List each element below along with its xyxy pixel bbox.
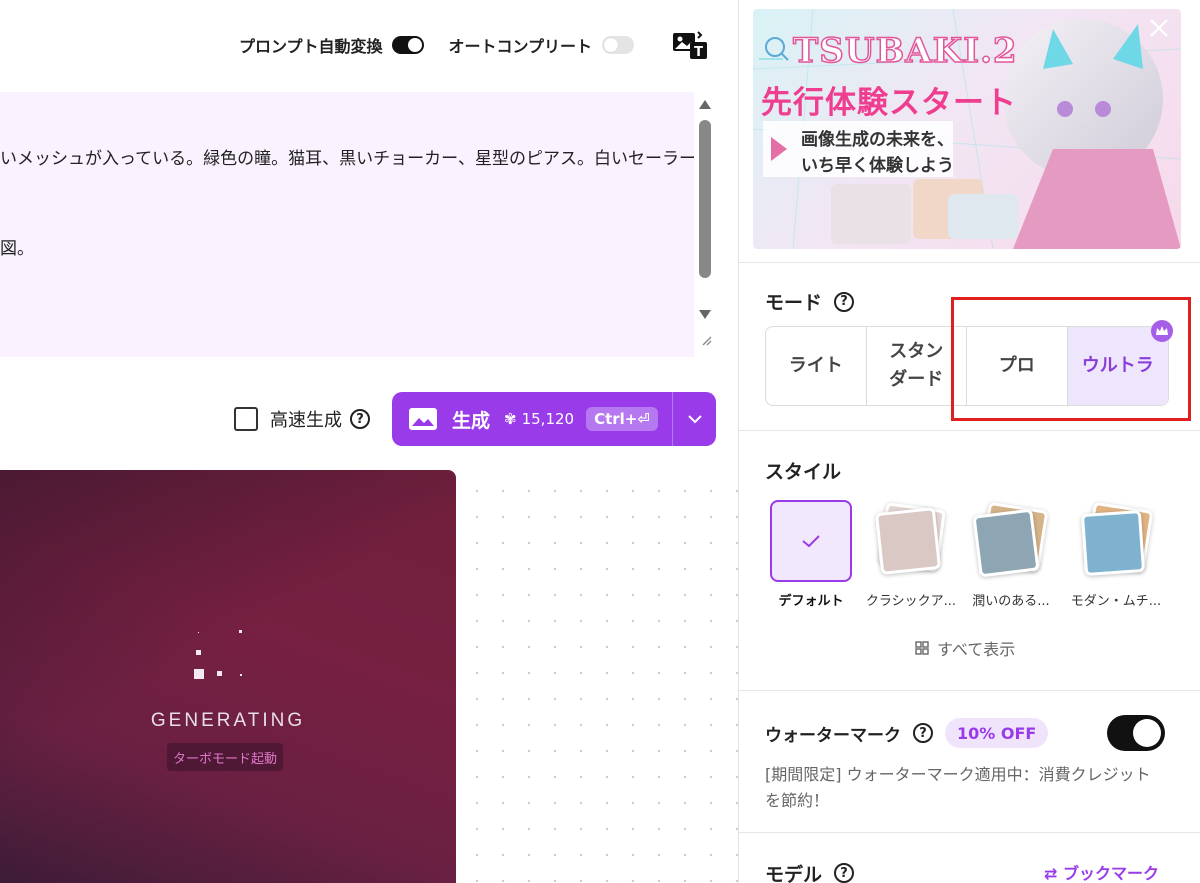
divider [739,262,1200,263]
pixel-dot [194,669,204,679]
chevron-down-icon [687,415,702,424]
banner-subtitle: 先行体験スタート [761,85,1017,121]
editor-pane: プロンプト自動変換 オートコンプリート T いメッシュが入っている。緑色の瞳。猫… [0,0,738,883]
mode-option-label-line: スタン [889,341,944,362]
fast-generate-label: 高速生成 [270,410,342,431]
settings-panel: TSUBAKI.2 先行体験スタート 画像生成の未来を、 いち早く体験しよう モ… [738,0,1200,883]
thumb-card [972,508,1040,578]
watermark-toggle[interactable] [1107,715,1165,751]
style-item-moist[interactable]: 潤いのある... [961,500,1061,609]
close-icon[interactable] [1145,14,1173,42]
pixel-dot [239,630,242,633]
style-list: デフォルト クラシックア... 潤いのある... モダン・ムチ... [761,500,1181,610]
style-thumb [1075,500,1157,582]
banner-title: TSUBAKI.2 [792,30,1018,72]
watermark-row: ウォーターマーク ? 10% OFF [765,712,1169,754]
style-thumb [970,500,1052,582]
style-title: スタイル [765,457,841,484]
autocomplete-toggle[interactable] [602,36,634,54]
grid-icon [915,641,929,655]
check-icon [802,535,820,548]
shortcut-badge: Ctrl+⏎ [586,407,658,431]
prompt-line-1: いメッシュが入っている。緑色の瞳。猫耳、黒いチョーカー、星型のピアス。白いセーラ… [0,149,694,169]
image-to-text-icon[interactable]: T [672,30,708,60]
watermark-label: ウォーターマーク [765,725,901,746]
watermark-note: [期間限定] ウォーターマーク適用中：消費クレジットを節約！ [765,765,1151,810]
thumb-card [1080,509,1146,577]
svg-text:T: T [694,45,703,60]
image-icon [409,408,437,430]
thumb-card [874,507,942,575]
credit-count: 15,120 [521,410,575,428]
divider [739,430,1200,431]
show-all-label: すべて表示 [937,640,1016,659]
credit-icon: ✾ [504,410,517,428]
generate-options-button[interactable] [672,392,716,446]
model-row: モデル ? ⇄ ブックマーク [765,858,1169,883]
top-toolbar: プロンプト自動変換 オートコンプリート T [239,28,708,62]
canvas-background [456,470,738,883]
model-help-icon[interactable]: ? [834,863,855,883]
scroll-up-icon[interactable] [699,100,711,109]
show-all-styles-link[interactable]: すべて表示 [915,636,1015,660]
prompt-textarea[interactable]: いメッシュが入っている。緑色の瞳。猫耳、黒いチョーカー、星型のピアス。白いセーラ… [0,92,694,357]
resize-grip-icon[interactable] [700,334,712,346]
pixel-dot [196,650,201,655]
model-label: モデル [765,863,823,883]
discount-badge: 10% OFF [945,718,1049,748]
pixel-dot [217,671,222,676]
mode-help-icon[interactable]: ? [834,291,855,312]
scroll-thumb[interactable] [699,120,711,278]
generating-status: GENERATING [150,710,306,731]
style-item-label: デフォルト [778,594,844,609]
pixel-dot [240,674,242,676]
mode-title: モード ? [765,288,855,315]
style-item-modern[interactable]: モダン・ムチ... [1066,500,1166,609]
divider [739,690,1200,691]
prompt-convert-label: プロンプト自動変換 [238,37,383,56]
style-thumb [870,500,952,582]
fast-generate-checkbox[interactable] [234,407,258,431]
mode-option-label: ライト [788,355,843,376]
generate-label: 生成 [452,409,491,432]
style-item-label: クラシックア... [865,594,957,609]
mode-option-label: スタン ダード [889,338,943,394]
mode-option-label-line: ダード [889,369,944,390]
generate-button[interactable]: 生成 ✾ 15,120 Ctrl+⏎ [392,392,672,446]
scroll-down-icon[interactable] [699,310,711,319]
style-item-classic[interactable]: クラシックア... [861,500,961,609]
style-item-default[interactable]: デフォルト [761,500,861,609]
banner-tagline-1: 画像生成の未来を、 [801,130,954,150]
generate-row: 高速生成 ? 生成 ✾ 15,120 Ctrl+⏎ [234,392,716,446]
style-thumb [770,500,852,582]
divider [739,832,1200,833]
banner-tagline-2: いち早く体験しよう [801,156,954,176]
prompt-scrollbar[interactable] [694,92,716,357]
bookmark-link[interactable]: ⇄ ブックマーク [1044,860,1159,883]
bookmark-label: ブックマーク [1062,864,1159,883]
style-label: スタイル [765,461,842,483]
autocomplete-label: オートコンプリート [448,37,592,56]
turbo-badge: ターボモード起動 [167,743,284,771]
promo-banner[interactable]: TSUBAKI.2 先行体験スタート 画像生成の未来を、 いち早く体験しよう [753,9,1181,249]
help-icon[interactable]: ? [350,409,370,429]
annotation-highlight-box [951,297,1191,421]
pixel-dot [198,632,199,633]
mode-option-light[interactable]: ライト [766,327,867,405]
prompt-convert-toggle[interactable] [392,36,425,54]
watermark-help-icon[interactable]: ? [913,723,933,743]
prompt-line-2: 図。 [0,239,34,259]
style-item-label: モダン・ムチ... [1070,594,1162,609]
generating-card: GENERATING ターボモード起動 [0,470,456,883]
mode-label: モード [765,292,823,314]
style-item-label: 潤いのある... [972,594,1050,609]
